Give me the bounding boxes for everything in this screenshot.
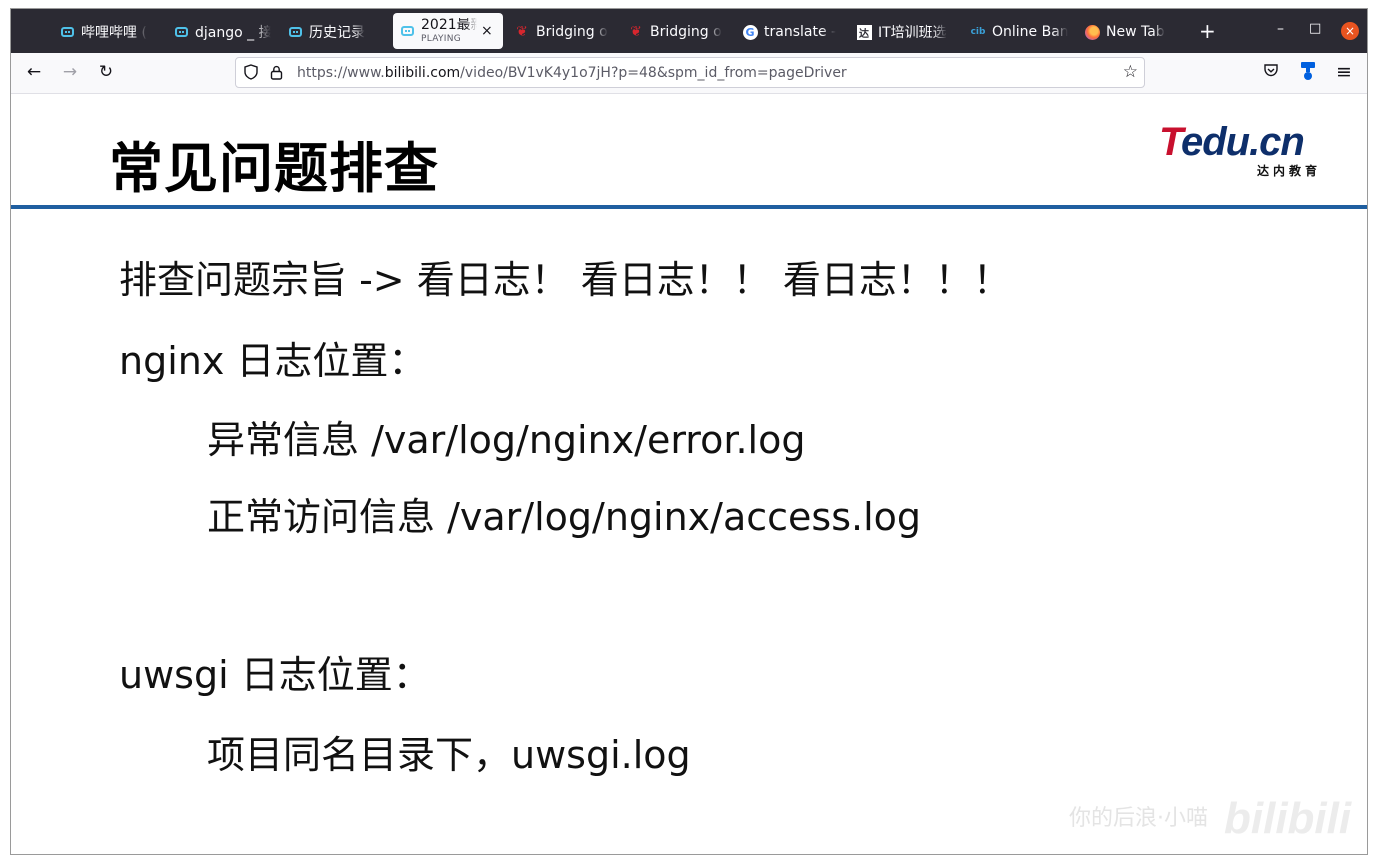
watermark-text: 你的后浪·小喵 — [1069, 806, 1208, 831]
close-window-button[interactable]: × — [1341, 22, 1359, 40]
close-tab-icon[interactable]: × — [481, 23, 493, 39]
tab-history[interactable]: 历史记录 — [287, 15, 385, 49]
minimize-button[interactable]: – — [1277, 21, 1284, 37]
cibc-icon: cib — [970, 27, 986, 37]
site-icon: 达 — [856, 24, 872, 40]
reload-button[interactable]: ↻ — [95, 62, 117, 82]
firefox-icon — [1084, 24, 1100, 40]
tab-label: django _ 接 — [195, 25, 271, 41]
slide-title: 常见问题排查 — [109, 137, 439, 200]
tab-label: New Tab — [1106, 24, 1165, 40]
video-watermark: 你的后浪·小喵 bilibili — [1069, 794, 1351, 844]
bilibili-watermark-logo: bilibili — [1224, 794, 1352, 843]
logo-wordmark: Tedu.cn — [1159, 120, 1305, 164]
tab-label: Bridging o — [536, 24, 608, 40]
tab-bilibili-home[interactable]: 哔哩哔哩 ( — [59, 15, 157, 49]
tab-label: 2021最新 — [421, 18, 477, 32]
google-icon: G — [742, 24, 758, 40]
slide-line-uwsgi-location: 项目同名目录下，uwsgi.log — [207, 733, 691, 777]
tab-label: IT培训班选 — [878, 25, 947, 41]
new-tab-button[interactable]: + — [1199, 19, 1216, 43]
pocket-icon[interactable] — [1263, 62, 1279, 78]
url-path: /video/BV1vK4y1o7jH?p=48&spm_id_from=pag… — [460, 65, 847, 81]
bookmark-star-icon[interactable]: ☆ — [1123, 62, 1138, 82]
tab-django[interactable]: django _ 接 — [173, 15, 271, 49]
slide-line-nginx-access: 正常访问信息 /var/log/nginx/access.log — [207, 495, 922, 539]
menu-icon[interactable]: ≡ — [1333, 61, 1355, 83]
navigation-toolbar: ← → ↻ https://www.bilibili.com/video/BV1… — [11, 53, 1367, 94]
logo-subtitle: 达内教育 — [1256, 164, 1321, 178]
lock-icon[interactable] — [270, 65, 283, 80]
slide-line-principle: 排查问题宗旨 -> 看日志！ 看日志！！ 看日志！！！ — [119, 258, 1011, 302]
url-bar[interactable]: https://www.bilibili.com/video/BV1vK4y1o… — [235, 57, 1145, 88]
bilibili-icon — [399, 23, 415, 39]
extension-icon[interactable] — [1299, 61, 1317, 81]
tab-bridging-1[interactable]: ❦ Bridging o — [514, 15, 612, 49]
maximize-button[interactable]: □ — [1309, 21, 1321, 36]
maple-leaf-icon: ❦ — [516, 24, 528, 40]
video-frame[interactable]: 常见问题排查 Tedu.cn 达内教育 排查问题宗旨 -> 看日志！ 看日志！！… — [11, 94, 1367, 855]
bilibili-icon — [173, 24, 189, 40]
tab-playing-label: PLAYING — [421, 34, 462, 44]
tab-it-training[interactable]: 达 IT培训班选 — [856, 15, 954, 49]
tab-label: Online Ban — [992, 24, 1068, 40]
forward-button[interactable]: → — [59, 62, 81, 82]
browser-window: 哔哩哔哩 ( django _ 接 历史记录 2021最新 PLAYING × … — [10, 8, 1368, 855]
tab-label: translate - — [764, 24, 837, 40]
tab-label: Bridging o — [650, 24, 722, 40]
slide-line-uwsgi-heading: uwsgi 日志位置： — [119, 653, 431, 697]
tab-new-tab[interactable]: New Tab — [1084, 15, 1182, 49]
video-progress-fill — [11, 854, 38, 855]
tab-translate[interactable]: G translate - — [742, 15, 840, 49]
bilibili-icon — [59, 24, 75, 40]
tab-online-banking[interactable]: cib Online Ban — [970, 15, 1068, 49]
tab-active-video[interactable]: 2021最新 PLAYING × — [393, 13, 503, 49]
slide-line-nginx-heading: nginx 日志位置： — [119, 339, 427, 383]
maple-leaf-icon: ❦ — [630, 24, 642, 40]
url-prefix: https://www. — [297, 65, 385, 81]
tab-strip: 哔哩哔哩 ( django _ 接 历史记录 2021最新 PLAYING × … — [11, 9, 1367, 53]
tab-label: 哔哩哔哩 ( — [81, 25, 147, 41]
url-domain: bilibili.com — [384, 65, 461, 81]
tab-bridging-2[interactable]: ❦ Bridging o — [628, 15, 726, 49]
tedu-logo: Tedu.cn 达内教育 — [1159, 122, 1327, 182]
tab-label: 历史记录 — [309, 25, 365, 41]
tracking-shield-icon[interactable] — [244, 64, 258, 80]
back-button[interactable]: ← — [23, 62, 45, 82]
title-divider — [11, 205, 1367, 209]
slide-line-nginx-error: 异常信息 /var/log/nginx/error.log — [207, 418, 806, 462]
bilibili-icon — [287, 24, 303, 40]
url-text[interactable]: https://www.bilibili.com/video/BV1vK4y1o… — [297, 65, 847, 81]
video-progress-bar[interactable] — [11, 854, 1367, 855]
